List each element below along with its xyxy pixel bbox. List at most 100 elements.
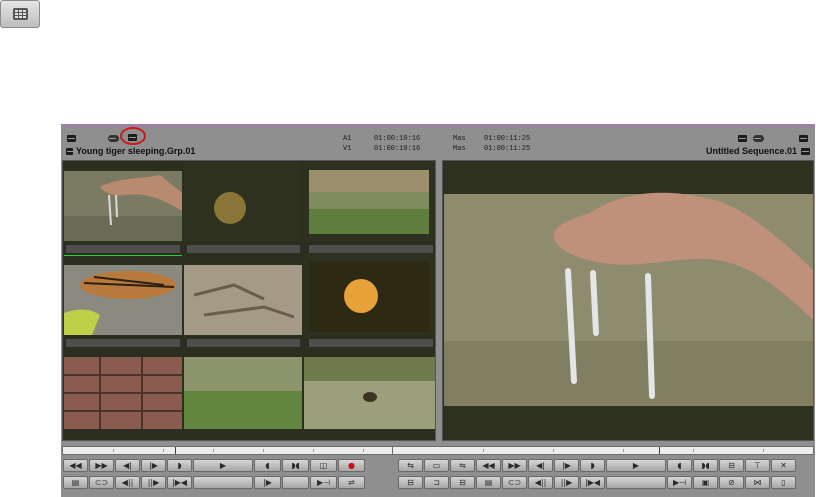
tile-grassland[interactable] bbox=[304, 161, 435, 241]
source-row1-button-6[interactable]: ◖ bbox=[254, 459, 281, 472]
tile-dim-moon[interactable] bbox=[184, 161, 302, 241]
record-row2-button-8[interactable] bbox=[606, 476, 666, 489]
animal-in-water-thumbnail bbox=[304, 357, 435, 429]
control-icon: ◗ bbox=[590, 461, 595, 470]
source-row2-button-5[interactable] bbox=[193, 476, 253, 489]
source-row1-button-1[interactable]: ▶▶ bbox=[89, 459, 114, 472]
link-icon[interactable] bbox=[108, 135, 119, 142]
tile-sleeping-tiger[interactable] bbox=[64, 265, 182, 335]
record-row1-button-9[interactable]: ◖ bbox=[667, 459, 692, 472]
tc-label-a1[interactable]: A1 bbox=[343, 135, 351, 143]
control-icon: |▶◀ bbox=[585, 478, 600, 487]
source-row1-button-8[interactable]: ◫ bbox=[310, 459, 337, 472]
record-row2-button-6[interactable]: ||▶ bbox=[554, 476, 579, 489]
control-icon: ◀| bbox=[123, 461, 132, 470]
record-row1-button-4[interactable]: ▶▶ bbox=[502, 459, 527, 472]
record-row2-button-9[interactable]: ▶⊣ bbox=[667, 476, 692, 489]
source-row2-button-4[interactable]: |▶◀ bbox=[167, 476, 192, 489]
source-clip-title[interactable]: Young tiger sleeping.Grp.01 bbox=[76, 146, 195, 156]
tile-label-bar bbox=[66, 245, 180, 253]
record-row2-button-2[interactable]: ⊟ bbox=[450, 476, 475, 489]
source-row2-button-3[interactable]: ||▶ bbox=[141, 476, 166, 489]
record-row1-button-5[interactable]: ◀| bbox=[528, 459, 553, 472]
source-row1-button-7[interactable]: ◗◖ bbox=[282, 459, 309, 472]
record-row2-button-10[interactable]: ▣ bbox=[693, 476, 718, 489]
source-row1-button-2[interactable]: ◀| bbox=[115, 459, 140, 472]
tc-label-v1[interactable]: V1 bbox=[343, 145, 351, 153]
control-icon: ||▶ bbox=[147, 478, 160, 487]
control-icon: ⇌ bbox=[348, 478, 355, 487]
source-row2-button-9[interactable]: ⇌ bbox=[338, 476, 365, 489]
record-row2-button-5[interactable]: ◀|| bbox=[528, 476, 553, 489]
record-position-indicator[interactable] bbox=[659, 447, 660, 454]
control-icon: ▤ bbox=[71, 478, 80, 487]
tile-label-bar bbox=[66, 339, 180, 347]
source-row1-button-9[interactable]: ● bbox=[338, 459, 365, 472]
record-row1-button-3[interactable]: ◀◀ bbox=[476, 459, 501, 472]
control-icon: |▶ bbox=[149, 461, 158, 470]
record-row2-button-3[interactable]: ▤ bbox=[476, 476, 501, 489]
source-row1-button-0[interactable]: ◀◀ bbox=[63, 459, 88, 472]
control-icon: ◀|| bbox=[121, 478, 134, 487]
record-monitor[interactable] bbox=[442, 160, 814, 441]
tile-label-bar bbox=[309, 339, 433, 347]
record-row2-button-12[interactable]: ⋈ bbox=[745, 476, 770, 489]
bright-moon-thumbnail bbox=[304, 255, 435, 335]
record-link-icon[interactable] bbox=[753, 135, 764, 142]
source-menu-icon[interactable] bbox=[67, 135, 76, 142]
control-icon: ◀◀ bbox=[69, 461, 82, 470]
record-row2-button-1[interactable]: ⊐ bbox=[424, 476, 449, 489]
tile-bright-moon[interactable] bbox=[304, 255, 435, 335]
record-view-icon[interactable] bbox=[738, 135, 747, 142]
source-row2-button-0[interactable]: ▤ bbox=[63, 476, 88, 489]
source-row1-button-5[interactable]: ▶ bbox=[193, 459, 253, 472]
source-row2-button-6[interactable]: |▶ bbox=[254, 476, 281, 489]
window-top-border bbox=[61, 124, 815, 127]
multicam-toggle-button[interactable] bbox=[0, 0, 40, 28]
source-row2-button-8[interactable]: ▶⊣ bbox=[310, 476, 337, 489]
record-row1-button-11[interactable]: ⊟ bbox=[719, 459, 744, 472]
record-row1-button-2[interactable]: ⇋ bbox=[450, 459, 475, 472]
record-row1-button-10[interactable]: ◗◖ bbox=[693, 459, 718, 472]
highlight-circle bbox=[120, 127, 146, 145]
source-position-bar[interactable] bbox=[62, 446, 436, 455]
record-row1-button-0[interactable]: ⇆ bbox=[398, 459, 423, 472]
tile-animal-in-water[interactable] bbox=[304, 357, 435, 429]
source-row2-button-2[interactable]: ◀|| bbox=[115, 476, 140, 489]
record-row1-button-1[interactable]: ▭ bbox=[424, 459, 449, 472]
timeline-icon[interactable] bbox=[801, 148, 810, 155]
mas-label-1[interactable]: Mas bbox=[453, 135, 466, 143]
record-row2-button-4[interactable]: ⊂⊃ bbox=[502, 476, 527, 489]
source-row2-button-7[interactable] bbox=[282, 476, 309, 489]
source-row1-button-4[interactable]: ◗ bbox=[167, 459, 192, 472]
tile-label-bar bbox=[309, 245, 433, 253]
record-position-bar[interactable] bbox=[392, 446, 814, 455]
control-icon: ● bbox=[348, 461, 355, 470]
record-menu-icon[interactable] bbox=[799, 135, 808, 142]
record-row2-button-11[interactable]: ⊘ bbox=[719, 476, 744, 489]
green-field-thumbnail bbox=[184, 357, 302, 429]
record-row2-button-0[interactable]: ⊟ bbox=[398, 476, 423, 489]
sequence-title[interactable]: Untitled Sequence.01 bbox=[706, 146, 797, 156]
record-row1-button-13[interactable]: ✕ bbox=[771, 459, 796, 472]
tile-dry-leaves[interactable] bbox=[184, 265, 302, 335]
source-row1-button-3[interactable]: |▶ bbox=[141, 459, 166, 472]
record-row1-button-8[interactable]: ▶ bbox=[606, 459, 666, 472]
tile-hand-water[interactable] bbox=[64, 171, 182, 241]
tile-wooden-planks[interactable] bbox=[64, 357, 182, 429]
sleeping-tiger-thumbnail bbox=[64, 265, 182, 335]
record-row1-button-12[interactable]: ⊤ bbox=[745, 459, 770, 472]
mas-label-2[interactable]: Mas bbox=[453, 145, 466, 153]
control-icon: ◀|| bbox=[534, 478, 547, 487]
control-icon: ✕ bbox=[780, 461, 787, 470]
control-icon: ⇋ bbox=[459, 461, 466, 470]
control-icon: ▯ bbox=[781, 478, 786, 487]
record-row1-button-7[interactable]: ◗ bbox=[580, 459, 605, 472]
record-row2-button-7[interactable]: |▶◀ bbox=[580, 476, 605, 489]
control-icon: ⋈ bbox=[753, 478, 762, 487]
source-position-indicator[interactable] bbox=[175, 447, 176, 454]
record-row2-button-13[interactable]: ▯ bbox=[771, 476, 796, 489]
tile-green-field[interactable] bbox=[184, 357, 302, 429]
record-row1-button-6[interactable]: |▶ bbox=[554, 459, 579, 472]
source-row2-button-1[interactable]: ⊂⊃ bbox=[89, 476, 114, 489]
